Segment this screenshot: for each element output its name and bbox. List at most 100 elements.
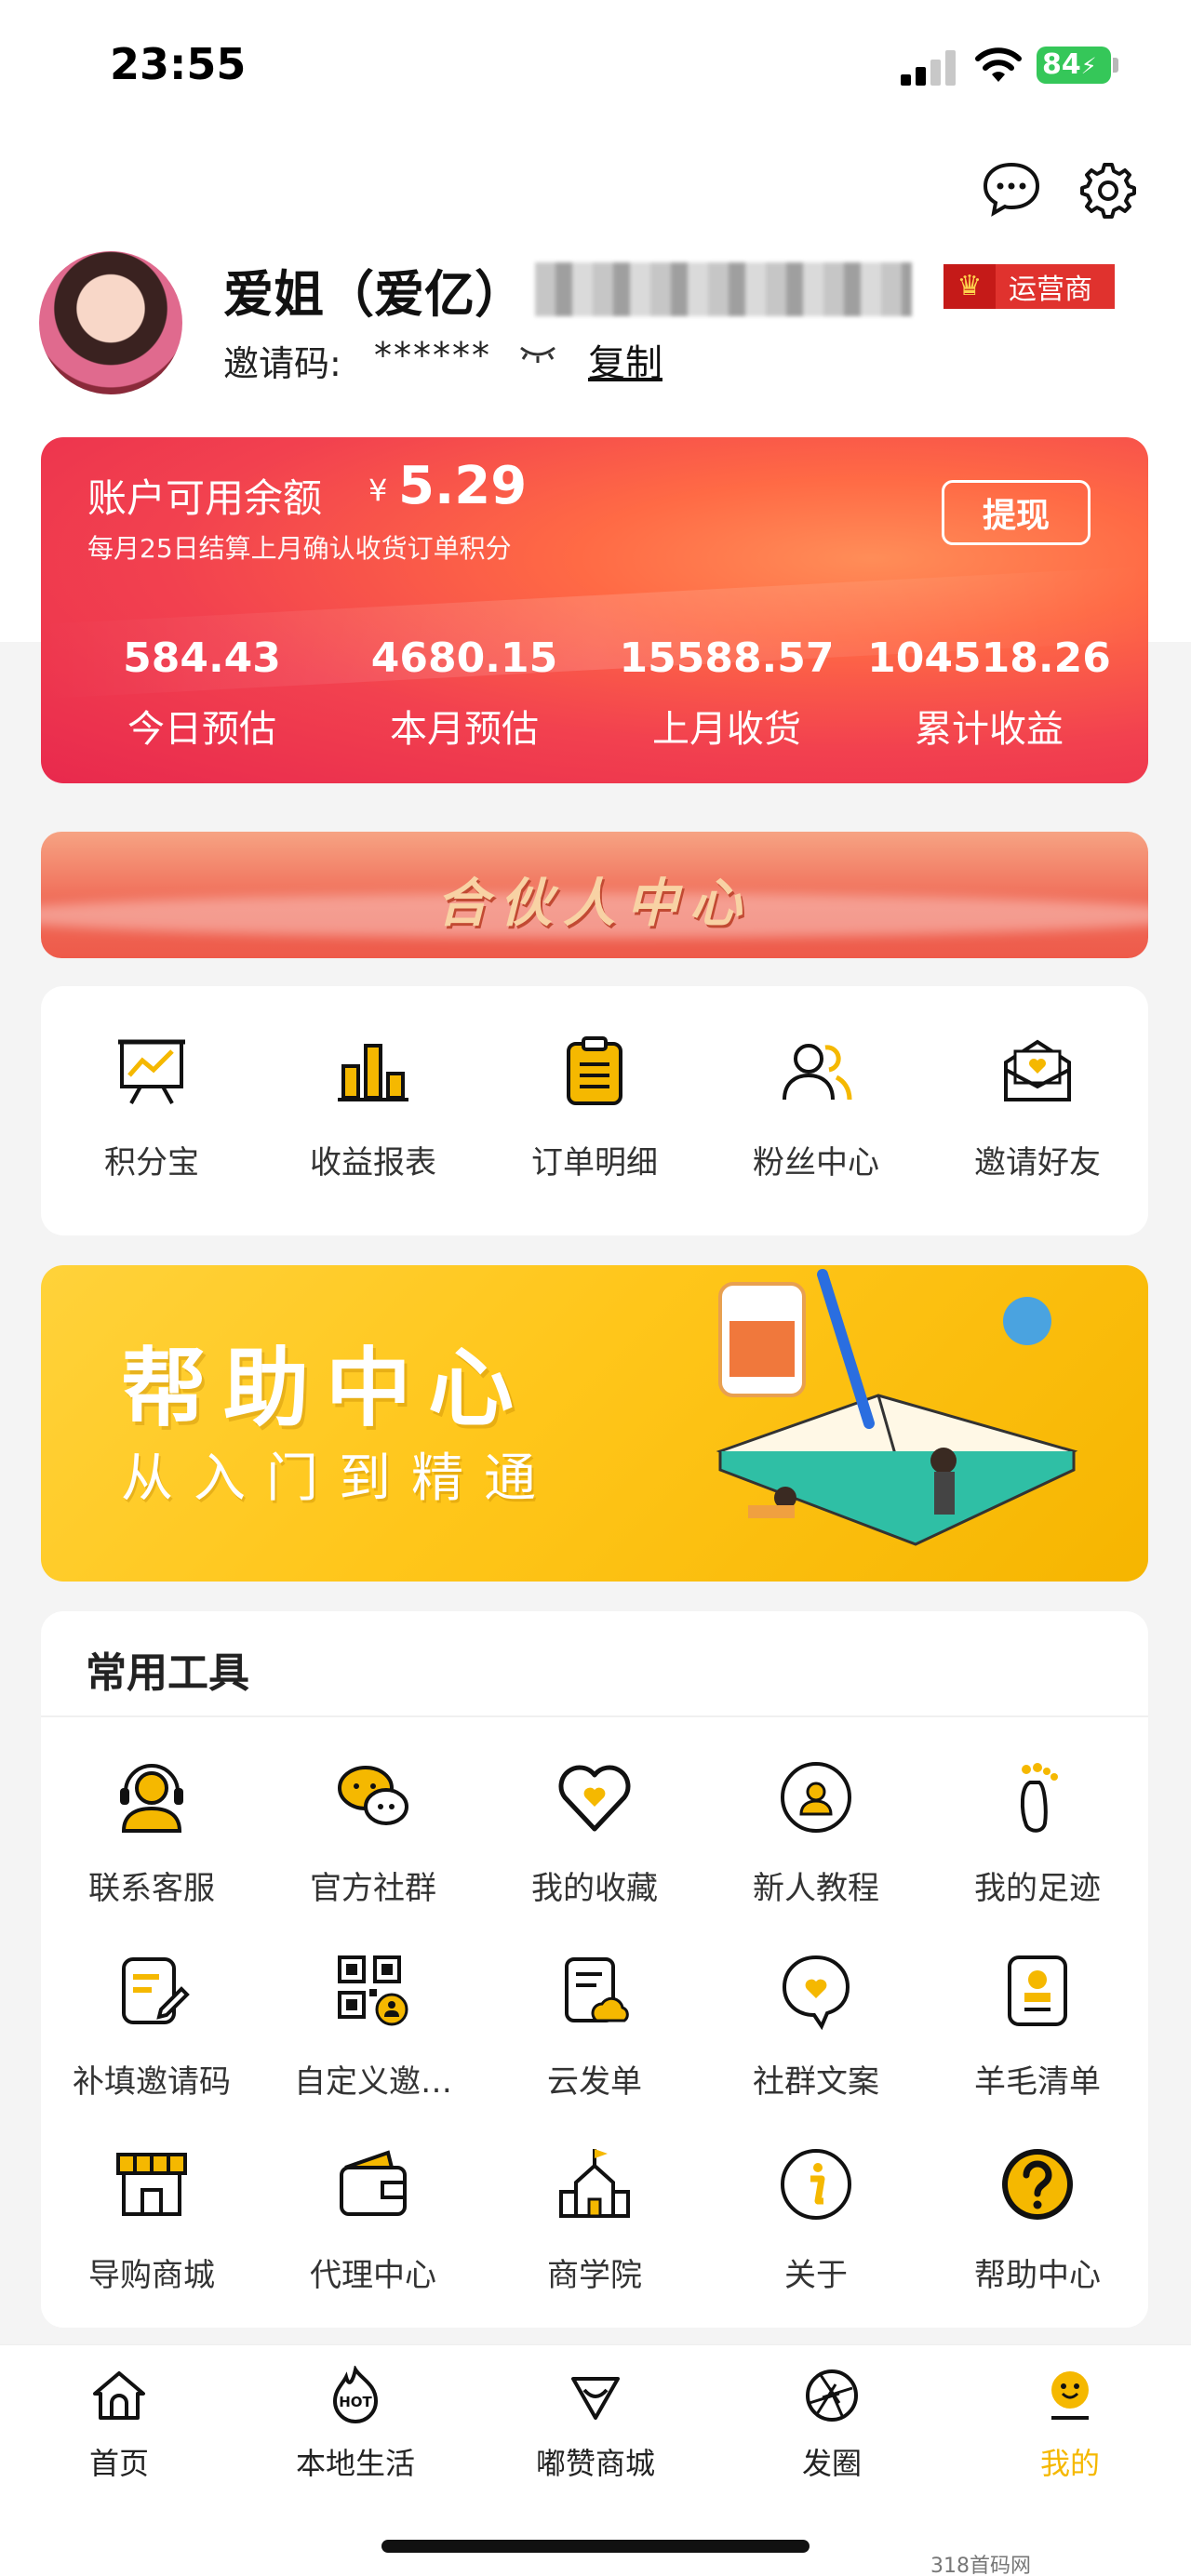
storefront-icon: [113, 2145, 191, 2223]
reading-illustration: [716, 1269, 1078, 1546]
balance-settlement-note: 每月25日结算上月确认收货订单积分: [87, 533, 512, 564]
balance-label: 账户可用余额: [87, 475, 323, 521]
stat-value: 15588.57: [619, 634, 835, 682]
presentation-chart-icon: [113, 1033, 191, 1111]
messages-button[interactable]: [979, 156, 1044, 221]
quick-menu-label: 积分宝: [104, 1144, 199, 1181]
avatar[interactable]: [39, 251, 182, 394]
tool-label: 联系客服: [88, 1870, 215, 1907]
tool-item-help-center[interactable]: 帮助中心: [927, 2145, 1148, 2331]
help-center-banner[interactable]: 帮助中心 从入门到精通: [41, 1265, 1148, 1582]
quick-menu-item-order-details[interactable]: 订单明细: [484, 1033, 705, 1219]
tools-row: 导购商城 代理中心 商学院 关于 帮助中心: [41, 2145, 1148, 2331]
heart-icon: [555, 1758, 634, 1836]
quick-menu-item-earnings-report[interactable]: 收益报表: [262, 1033, 484, 1219]
stat-label: 累计收益: [915, 708, 1064, 751]
nav-label: 本地生活: [295, 2446, 415, 2481]
status-bar: 23:55 84⚡: [0, 0, 1191, 130]
tool-item-community-copy[interactable]: 社群文案: [705, 1952, 927, 2138]
nav-label: 我的: [1039, 2446, 1100, 2481]
tool-label: 社群文案: [753, 2063, 879, 2101]
nav-tab-home[interactable]: 首页: [26, 2366, 212, 2483]
wallet-icon: [334, 2145, 412, 2223]
tool-label: 商学院: [547, 2257, 642, 2294]
svg-text:HOT: HOT: [339, 2394, 372, 2410]
tool-item-newbie-tutorial[interactable]: 新人教程: [705, 1758, 927, 1944]
battery-indicator: 84⚡: [1037, 47, 1111, 84]
document-cloud-icon: [555, 1952, 634, 2030]
tool-item-cloud-post[interactable]: 云发单: [484, 1952, 705, 2138]
nav-tab-moments[interactable]: 发圈: [739, 2366, 925, 2483]
quick-menu-label: 粉丝中心: [753, 1144, 879, 1181]
withdraw-button[interactable]: 提现: [942, 480, 1091, 545]
stat-total-earnings[interactable]: 104518.26 累计收益: [858, 634, 1120, 753]
tool-item-about[interactable]: 关于: [705, 2145, 927, 2331]
quick-menu-item-invite-friends[interactable]: 邀请好友: [927, 1033, 1148, 1219]
tool-item-bargain-list[interactable]: 羊毛清单: [927, 1952, 1148, 2138]
nav-tab-mine[interactable]: 我的: [977, 2366, 1163, 2483]
quick-menu-row: 积分宝 收益报表 订单明细 粉丝中心 邀请好友: [41, 1033, 1148, 1219]
settings-button[interactable]: [1074, 156, 1139, 221]
tool-label: 导购商城: [88, 2257, 215, 2294]
stat-today-estimate[interactable]: 584.43 今日预估: [71, 634, 333, 753]
stat-value: 104518.26: [867, 634, 1111, 682]
chat-heart-icon: [777, 1952, 855, 2030]
tool-label: 补填邀请码: [73, 2063, 231, 2101]
copy-invite-code-link[interactable]: 复制: [588, 333, 662, 387]
gear-icon: [1080, 163, 1136, 219]
user-circle-icon: [777, 1758, 855, 1836]
tool-item-fill-invite-code[interactable]: 补填邀请码: [41, 1952, 262, 2138]
watermark: 318首码网 www.e318.com: [930, 2555, 1031, 2576]
tools-row: 联系客服 官方社群 我的收藏 新人教程 我的足迹: [41, 1758, 1148, 1944]
bar-chart-icon: [334, 1033, 412, 1111]
tool-label: 云发单: [547, 2063, 642, 2101]
tool-label: 官方社群: [310, 1870, 436, 1907]
question-icon: [998, 2145, 1077, 2223]
quick-menu-label: 邀请好友: [974, 1144, 1101, 1181]
crown-icon: ♛: [943, 264, 996, 309]
tool-label: 我的足迹: [974, 1870, 1101, 1907]
help-banner-subtitle: 从入门到精通: [121, 1448, 556, 1509]
clipboard-list-icon: [555, 1033, 634, 1111]
info-icon: [777, 2145, 855, 2223]
badge-list-icon: [998, 1952, 1077, 2030]
balance-currency: ¥: [368, 473, 388, 508]
aperture-icon: [802, 2366, 862, 2425]
quick-menu-item-fans-center[interactable]: 粉丝中心: [705, 1033, 927, 1219]
divider: [41, 1715, 1148, 1717]
stat-last-month-received[interactable]: 15588.57 上月收货: [596, 634, 858, 753]
status-time: 23:55: [110, 39, 247, 89]
nav-label: 发圈: [801, 2446, 862, 2481]
eye-closed-icon[interactable]: [517, 340, 558, 368]
tool-item-my-favorites[interactable]: 我的收藏: [484, 1758, 705, 1944]
chat-bubbles-icon: [334, 1758, 412, 1836]
tool-item-business-school[interactable]: 商学院: [484, 2145, 705, 2331]
tool-item-my-footprint[interactable]: 我的足迹: [927, 1758, 1148, 1944]
nav-tab-mall[interactable]: 嘟赞商城: [502, 2366, 689, 2483]
tool-item-agent-center[interactable]: 代理中心: [262, 2145, 484, 2331]
tool-label: 我的收藏: [531, 1870, 658, 1907]
quick-menu-item-points[interactable]: 积分宝: [41, 1033, 262, 1219]
stat-label: 上月收货: [652, 708, 801, 751]
home-indicator: [381, 2540, 810, 2553]
stat-month-estimate[interactable]: 4680.15 本月预估: [333, 634, 596, 753]
tool-item-official-community[interactable]: 官方社群: [262, 1758, 484, 1944]
tool-item-customer-service[interactable]: 联系客服: [41, 1758, 262, 1944]
signal-icon: [901, 50, 957, 86]
users-icon: [777, 1033, 855, 1111]
role-badge: ♛ 运营商: [943, 264, 1115, 309]
tool-label: 羊毛清单: [974, 2063, 1101, 2101]
partner-center-title: 合伙人中心: [436, 874, 753, 934]
quick-menu-label: 收益报表: [310, 1144, 436, 1181]
partner-center-banner[interactable]: 合伙人中心: [41, 832, 1148, 958]
tool-item-shopping-mall[interactable]: 导购商城: [41, 2145, 262, 2331]
tool-item-custom-invite[interactable]: 自定义邀…: [262, 1952, 484, 2138]
stat-value: 4680.15: [370, 634, 558, 682]
wifi-icon: [975, 47, 1022, 82]
stat-label: 本月预估: [390, 708, 539, 751]
nav-tab-local-life[interactable]: HOT 本地生活: [262, 2366, 448, 2483]
battery-tip: [1113, 58, 1118, 73]
blurred-user-id: [535, 262, 912, 316]
nav-label: 首页: [88, 2446, 149, 2481]
role-label: 运营商: [1009, 274, 1092, 306]
